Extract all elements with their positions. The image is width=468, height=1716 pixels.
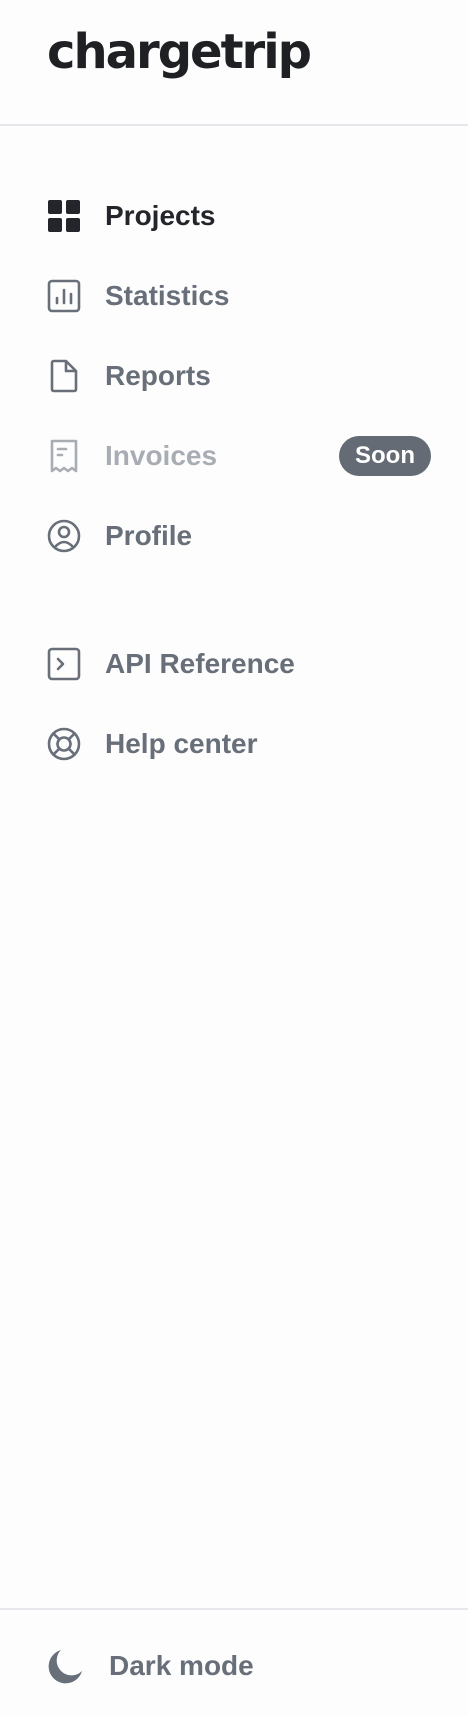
sidebar-item-help-center[interactable]: Help center: [47, 722, 431, 766]
sidebar-item-statistics[interactable]: Statistics: [47, 274, 431, 318]
sidebar-footer: Dark mode: [0, 1608, 468, 1716]
sidebar-item-label: Profile: [105, 520, 193, 551]
lifebuoy-icon: [47, 727, 81, 761]
sidebar-item-label: API Reference: [105, 648, 295, 679]
sidebar-header: chargetrip: [0, 0, 468, 126]
sidebar-item-label: Statistics: [105, 280, 230, 311]
chargetrip-logo[interactable]: chargetrip: [47, 28, 312, 76]
sidebar-item-projects[interactable]: Projects: [47, 194, 431, 238]
sidebar-item-label: Projects: [105, 200, 216, 231]
terminal-icon: [47, 647, 81, 681]
sidebar-item-label: Help center: [105, 728, 258, 759]
user-circle-icon: [47, 519, 81, 553]
sidebar-item-reports[interactable]: Reports: [47, 354, 431, 398]
document-icon: [47, 359, 81, 393]
sidebar-item-api-reference[interactable]: API Reference: [47, 642, 431, 686]
sidebar-item-label: Invoices: [105, 440, 218, 471]
sidebar-item-invoices: Invoices Soon: [47, 434, 431, 478]
soon-badge: Soon: [339, 436, 431, 476]
moon-icon: [47, 1647, 85, 1685]
bar-chart-icon: [47, 279, 81, 313]
dark-mode-toggle[interactable]: Dark mode: [47, 1644, 254, 1688]
sidebar-item-label: Reports: [105, 360, 211, 391]
grid-icon: [47, 199, 81, 233]
dark-mode-label: Dark mode: [109, 1650, 254, 1681]
sidebar-item-profile[interactable]: Profile: [47, 514, 431, 558]
receipt-icon: [47, 439, 81, 473]
